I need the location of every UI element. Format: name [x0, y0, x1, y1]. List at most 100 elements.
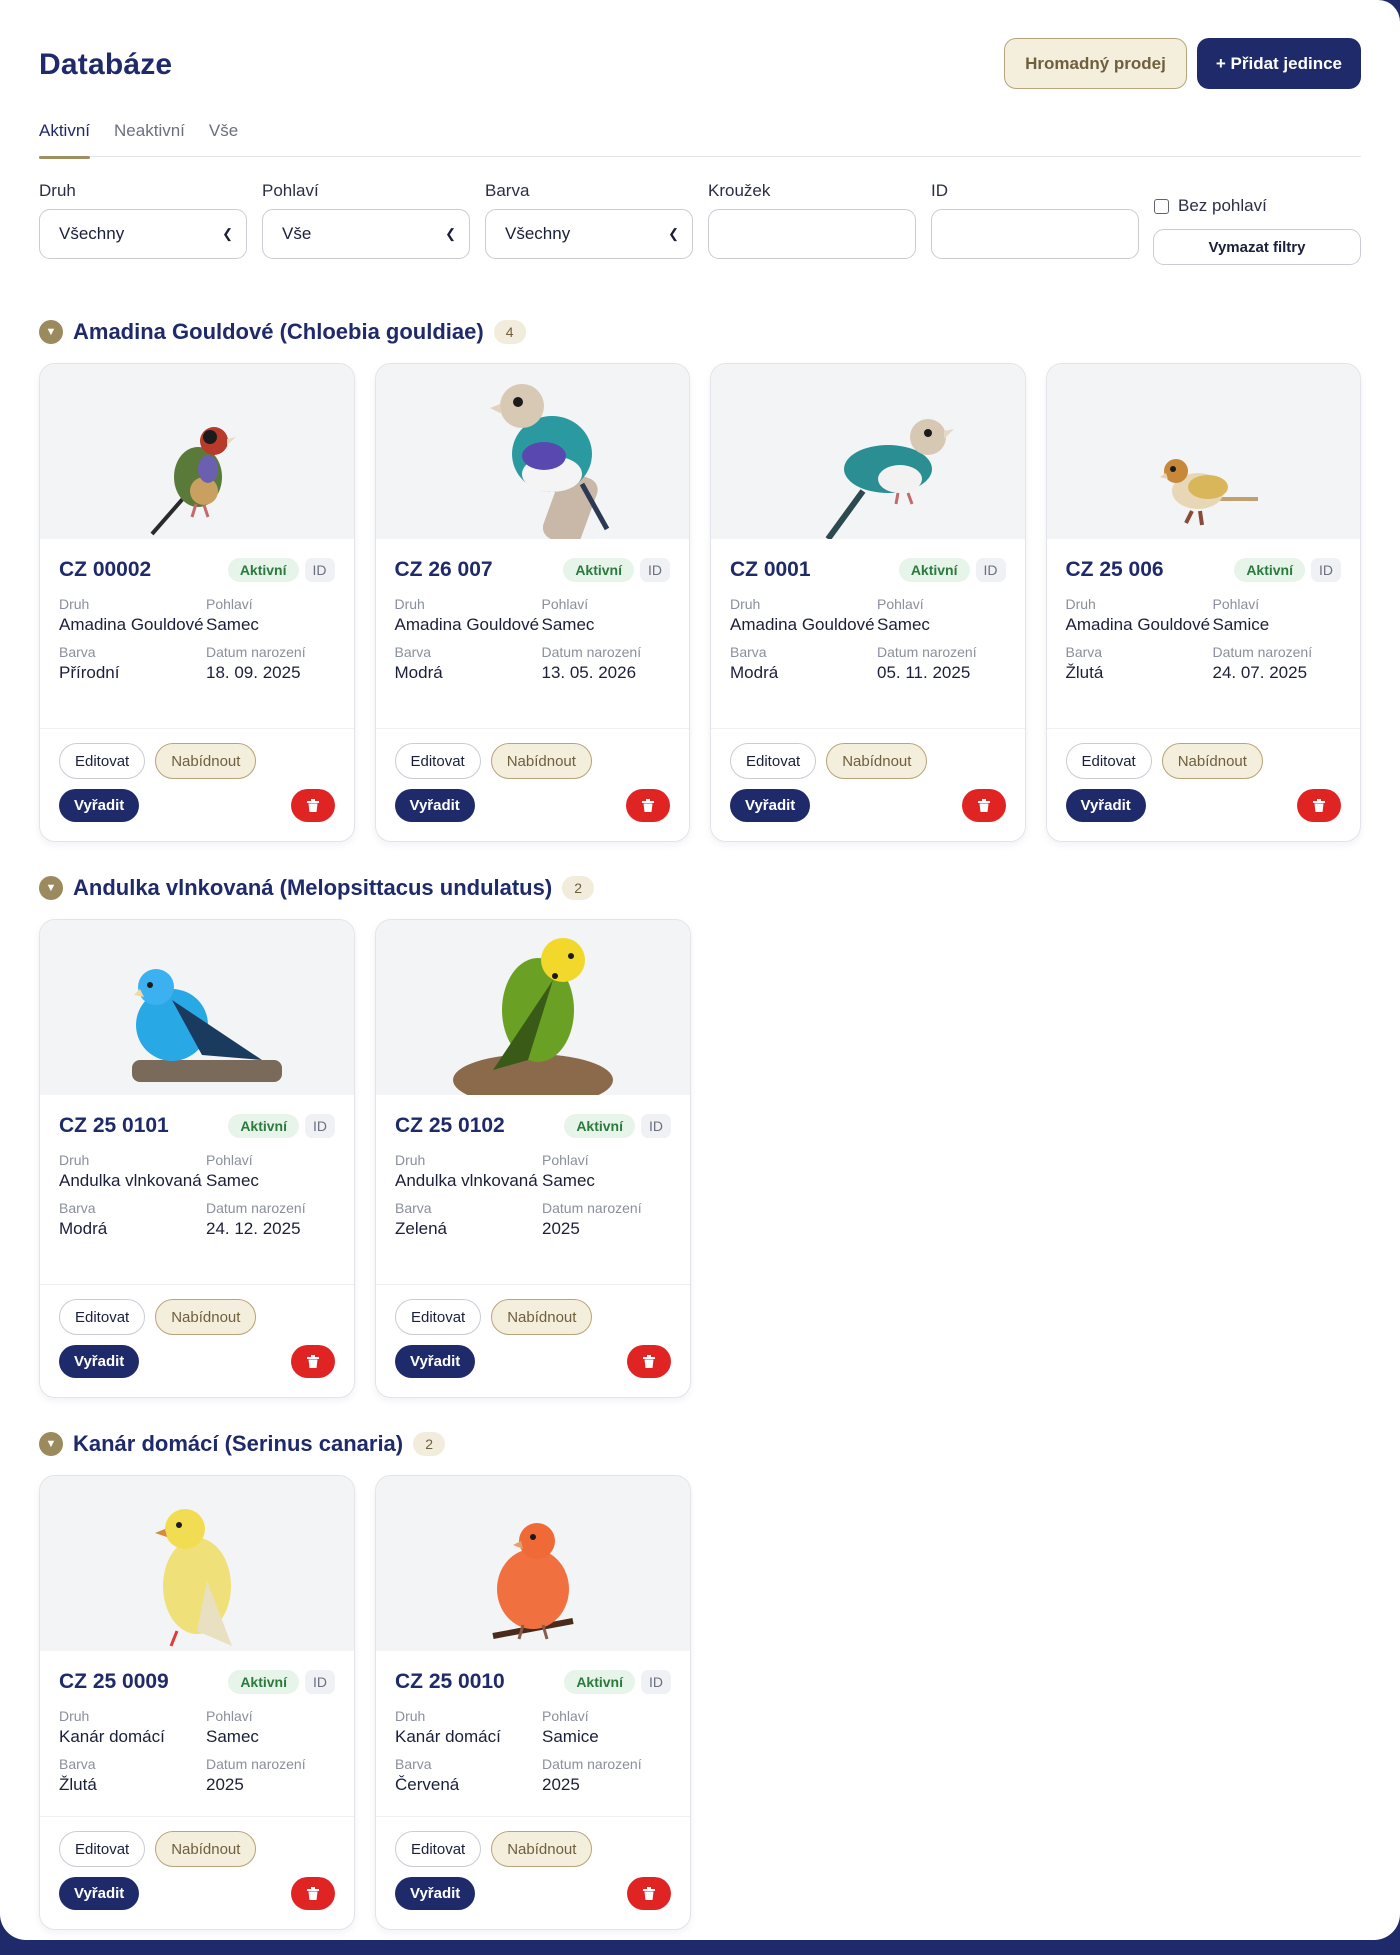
retire-button[interactable]: Vyřadit [395, 1345, 476, 1378]
edit-button[interactable]: Editovat [395, 1299, 482, 1335]
bird-photo [711, 364, 1025, 539]
delete-button[interactable] [290, 789, 335, 822]
offer-button[interactable]: Nabídnout [826, 743, 928, 779]
triangle-down-icon[interactable]: ▼ [39, 320, 63, 344]
sex-cell: Pohlaví Samec [206, 595, 335, 637]
species-label: Druh [394, 596, 425, 612]
birth-date-label: Datum narození [542, 1200, 642, 1216]
card-title-row: CZ 25 0101 Aktivní ID [59, 1111, 335, 1141]
tab-active[interactable]: Aktivní [39, 118, 91, 159]
offer-button[interactable]: Nabídnout [155, 1831, 257, 1867]
delete-button[interactable] [1297, 789, 1341, 822]
retire-button[interactable]: Vyřadit [59, 789, 140, 822]
card-actions: Editovat Nabídnout Vyřadit [376, 729, 690, 841]
retire-button[interactable]: Vyřadit [395, 1877, 476, 1910]
retire-button[interactable]: Vyřadit [59, 1345, 140, 1378]
group-title: Amadina Gouldové (Chloebia gouldiae) [73, 319, 484, 344]
card-title-row: CZ 25 0102 Aktivní ID [395, 1111, 671, 1141]
ring-number: CZ 25 0102 [395, 1114, 505, 1137]
add-individual-button[interactable]: + Přidat jedince [1196, 38, 1361, 89]
status-badge: Aktivní [564, 1670, 635, 1694]
offer-button[interactable]: Nabídnout [155, 743, 257, 779]
edit-button[interactable]: Editovat [59, 1299, 146, 1335]
color-value: Modrá [59, 1219, 108, 1238]
offer-button[interactable]: Nabídnout [155, 1299, 257, 1335]
bird-details: Druh Amadina Gouldové Pohlaví Samec Barva Mod… [730, 595, 1006, 685]
bird-info: CZ 25 0102 Aktivní ID Druh Andulka vlnkovaná… [376, 1095, 690, 1285]
bird-photo [40, 920, 354, 1095]
delete-button[interactable] [961, 789, 1006, 822]
edit-button[interactable]: Editovat [394, 743, 481, 779]
status-badge: Aktivní [228, 1670, 299, 1694]
card-title-row: CZ 0001 Aktivní ID [730, 555, 1006, 585]
delete-button[interactable] [627, 1345, 671, 1378]
header-actions: Hromadný prodej + Přidat jedince [1004, 38, 1361, 89]
bird-photo [376, 1476, 690, 1651]
edit-button[interactable]: Editovat [59, 1831, 146, 1867]
color-label: Barva [59, 1756, 96, 1772]
sex-cell: Pohlaví Samice [542, 1707, 671, 1749]
bulk-sale-button[interactable]: Hromadný prodej [1004, 38, 1187, 89]
tab-inactive[interactable]: Neaktivní [114, 118, 185, 157]
triangle-down-icon[interactable]: ▼ [39, 1432, 63, 1456]
retire-button[interactable]: Vyřadit [59, 1877, 140, 1910]
bird-photo [40, 1476, 354, 1651]
status-badge: Aktivní [1234, 558, 1305, 582]
ring-number: CZ 25 0009 [59, 1670, 169, 1693]
triangle-down-icon[interactable]: ▼ [39, 876, 63, 900]
species-group: ▼ Andulka vlnkovaná (Melopsittacus undula… [39, 842, 1361, 1398]
delete-button[interactable] [291, 1345, 335, 1378]
sex-value: Samec [206, 615, 259, 634]
color-label: Barva [395, 1200, 432, 1216]
edit-button[interactable]: Editovat [395, 1831, 482, 1867]
species-label: Druh [59, 1152, 90, 1168]
offer-button[interactable]: Nabídnout [491, 1299, 593, 1335]
ring-input[interactable] [708, 209, 916, 259]
sex-value: Samec [541, 615, 595, 634]
bird-info: CZ 25 0010 Aktivní ID Druh Kanár domácí Pohla… [376, 1651, 690, 1817]
no-sex-checkbox-row[interactable]: Bez pohlaví [1153, 191, 1361, 221]
offer-button[interactable]: Nabídnout [1161, 743, 1263, 779]
species-select[interactable]: Všechny ❮ [39, 209, 247, 259]
retire-button[interactable]: Vyřadit [1065, 789, 1146, 822]
retire-button[interactable]: Vyřadit [394, 789, 475, 822]
sex-select[interactable]: Vše ❮ [262, 209, 470, 259]
card-title-row: CZ 25 0009 Aktivní ID [59, 1667, 335, 1697]
bird-photo [40, 364, 354, 539]
clear-filters-button[interactable]: Vymazat filtry [1153, 229, 1361, 265]
filter-label: Barva [485, 181, 530, 200]
birth-date-value: 2025 [206, 1775, 244, 1794]
retire-button[interactable]: Vyřadit [730, 789, 811, 822]
group-header[interactable]: ▼ Amadina Gouldové (Chloebia gouldiae) 4 [39, 286, 1361, 356]
status-badge: Aktivní [898, 558, 970, 582]
bird-photo [375, 364, 689, 539]
offer-button[interactable]: Nabídnout [491, 1831, 593, 1867]
species-value: Amadina Gouldové [394, 615, 540, 634]
action-row: Vyřadit [59, 1345, 335, 1378]
trash-icon [977, 799, 990, 812]
delete-button[interactable] [627, 1877, 671, 1910]
edit-button[interactable]: Editovat [1065, 743, 1152, 779]
edit-button[interactable]: Editovat [730, 743, 817, 779]
filter-ring: Kroužek [708, 178, 916, 286]
delete-button[interactable] [291, 1877, 335, 1910]
group-header[interactable]: ▼ Andulka vlnkovaná (Melopsittacus undula… [39, 842, 1361, 912]
birth-date-cell: Datum narození 18. 09. 2025 [206, 643, 335, 685]
bird-photo [1046, 364, 1360, 539]
id-input[interactable] [931, 209, 1139, 259]
action-row: Vyřadit [394, 789, 670, 822]
filter-species: Druh Všechny ❮ [39, 178, 247, 286]
offer-button[interactable]: Nabídnout [490, 743, 592, 779]
no-sex-checkbox[interactable] [1154, 198, 1169, 214]
action-row: Editovat Nabídnout [395, 1299, 671, 1335]
edit-button[interactable]: Editovat [59, 743, 146, 779]
delete-button[interactable] [626, 789, 670, 822]
tab-all[interactable]: Vše [209, 118, 238, 157]
color-select[interactable]: Všechny ❮ [485, 209, 693, 259]
group-header[interactable]: ▼ Kanár domácí (Serinus canaria) 2 [39, 1398, 1361, 1468]
sex-cell: Pohlaví Samec [542, 1151, 671, 1193]
bird-card: CZ 26 007 Aktivní ID Druh Amadina Gouldové Po… [374, 363, 690, 842]
group-title: Kanár domácí (Serinus canaria) [73, 1431, 404, 1456]
sex-value: Samice [542, 1727, 599, 1746]
bird-details: Druh Kanár domácí Pohlaví Samice Barva Červen… [395, 1707, 671, 1797]
